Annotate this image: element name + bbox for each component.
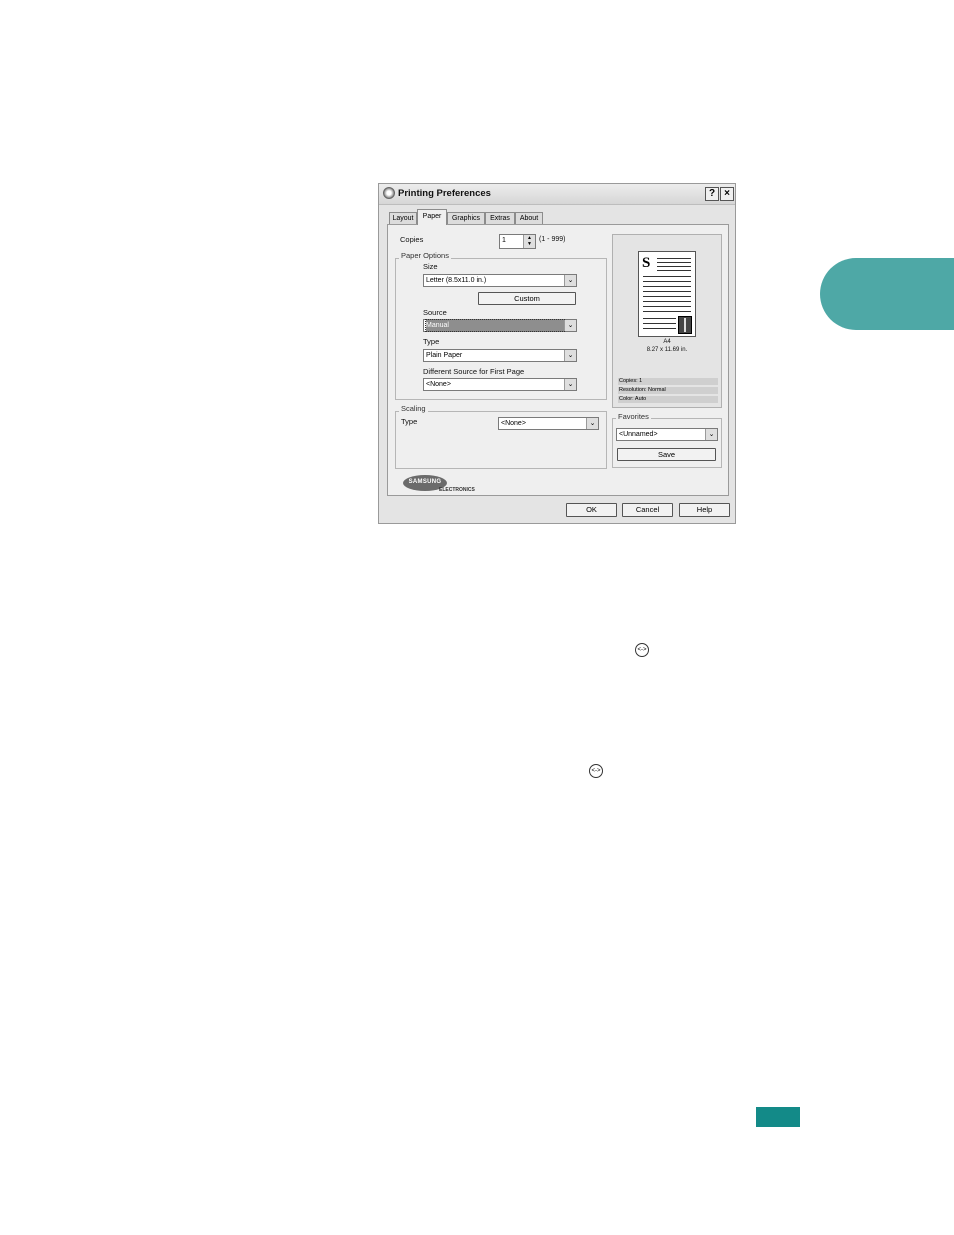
dialog-title: Printing Preferences — [398, 188, 491, 199]
help-button[interactable]: Help — [679, 503, 730, 517]
chevron-down-icon[interactable]: ⌄ — [564, 350, 576, 361]
tab-extras[interactable]: Extras — [485, 212, 515, 224]
size-select[interactable]: Letter (8.5x11.0 in.) ⌄ — [423, 274, 577, 287]
chevron-down-icon[interactable]: ⌄ — [564, 320, 576, 331]
copies-label: Copies — [400, 235, 424, 244]
page-number-tab — [756, 1107, 800, 1127]
scroll-button-icon: <-> — [635, 643, 649, 657]
first-page-source-value: <None> — [426, 381, 451, 388]
chapter-tab — [820, 258, 954, 330]
chevron-down-icon[interactable]: ⌄ — [586, 418, 598, 429]
copies-spinner[interactable]: 1 ▲ ▼ — [499, 234, 536, 249]
source-value: Manual — [425, 319, 565, 332]
chevron-down-icon[interactable]: ⌄ — [564, 379, 576, 390]
favorites-value: <Unnamed> — [619, 431, 658, 438]
copies-value: 1 — [502, 237, 506, 244]
printer-icon — [383, 187, 395, 199]
favorites-title: Favorites — [616, 412, 651, 421]
spinner-arrows-icon[interactable]: ▲ ▼ — [523, 235, 535, 248]
info-resolution: Resolution: Normal — [618, 387, 718, 394]
logo-sub: ELECTRONICS — [439, 487, 475, 493]
copies-range: (1 - 999) — [539, 236, 566, 243]
ok-button[interactable]: OK — [566, 503, 617, 517]
tab-layout[interactable]: Layout — [389, 212, 417, 224]
chevron-down-icon[interactable]: ⌄ — [705, 429, 717, 440]
save-button[interactable]: Save — [617, 448, 716, 461]
chevron-down-icon[interactable]: ⌄ — [564, 275, 576, 286]
source-label: Source — [423, 308, 447, 317]
first-page-source-label: Different Source for First Page — [423, 367, 525, 376]
paper-options-title: Paper Options — [399, 251, 451, 260]
scaling-type-label: Type — [401, 417, 418, 426]
cancel-button[interactable]: Cancel — [622, 503, 673, 517]
paper-dimensions: 8.27 x 11.69 in. — [646, 347, 688, 353]
favorites-select[interactable]: <Unnamed> ⌄ — [616, 428, 718, 441]
paper-type-value: Plain Paper — [426, 352, 463, 359]
tab-about[interactable]: About — [515, 212, 543, 224]
close-button[interactable]: × — [720, 187, 734, 201]
logo-brand: SAMSUNG — [408, 479, 442, 485]
paper-type-select[interactable]: Plain Paper ⌄ — [423, 349, 577, 362]
preview-panel: S A4 8.27 x 11.69 in. Copies: 1 Resoluti… — [612, 234, 722, 408]
size-label: Size — [423, 262, 438, 271]
paper-name: A4 — [663, 339, 671, 345]
scaling-title: Scaling — [399, 404, 428, 413]
scaling-type-value: <None> — [501, 420, 526, 427]
help-title-button[interactable]: ? — [705, 187, 719, 201]
type-label: Type — [423, 337, 440, 346]
first-page-source-select[interactable]: <None> ⌄ — [423, 378, 577, 391]
custom-button[interactable]: Custom — [478, 292, 576, 305]
info-copies: Copies: 1 — [618, 378, 718, 385]
image-thumbnail-icon — [678, 316, 692, 334]
info-color: Color: Auto — [618, 396, 718, 403]
tab-graphics[interactable]: Graphics — [447, 212, 485, 224]
page-preview: S — [638, 251, 696, 337]
scroll-button-icon: <-> — [589, 764, 603, 778]
page-letter: S — [642, 255, 651, 271]
scaling-type-select[interactable]: <None> ⌄ — [498, 417, 599, 430]
tab-paper[interactable]: Paper — [417, 209, 447, 225]
size-value: Letter (8.5x11.0 in.) — [426, 277, 487, 284]
printing-preferences-dialog: Printing Preferences ? × Layout Paper Gr… — [378, 183, 736, 524]
source-select[interactable]: Manual ⌄ — [423, 319, 577, 332]
title-bar[interactable]: Printing Preferences ? × — [379, 184, 735, 205]
